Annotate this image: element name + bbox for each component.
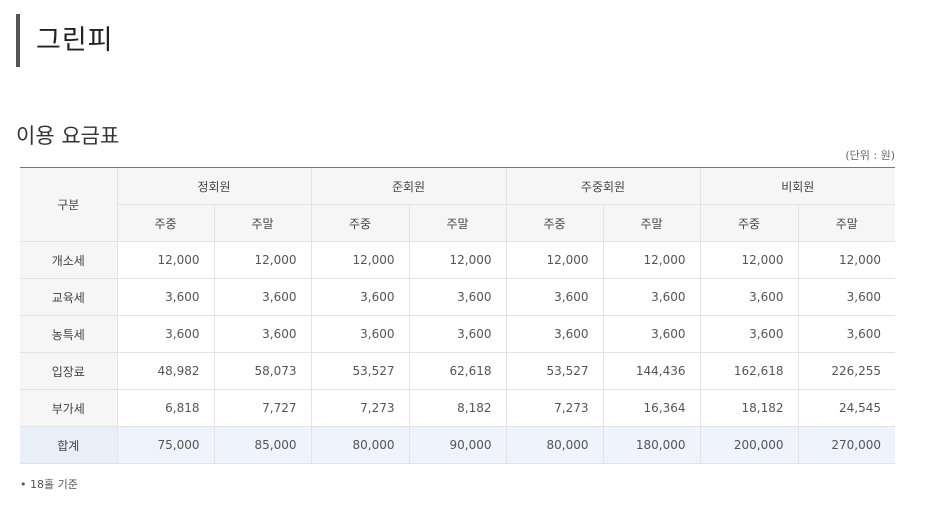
subheader-weekday: 주중 xyxy=(116,204,214,242)
table-cell: 3,600 xyxy=(213,315,311,353)
table-cell: 16,364 xyxy=(602,389,701,427)
table-cell: 7,273 xyxy=(310,389,409,427)
table-cell-total: 200,000 xyxy=(699,426,799,464)
corner-header: 구분 xyxy=(20,167,117,242)
table-cell: 12,000 xyxy=(310,241,409,279)
table-cell: 144,436 xyxy=(602,352,701,390)
table-header-row-groups: 구분 정회원 준회원 주중회원 비회원 xyxy=(20,167,896,242)
table-row: 부가세 6,818 7,727 7,273 8,182 7,273 16,364… xyxy=(20,389,896,427)
table-cell: 3,600 xyxy=(408,315,506,353)
table-cell: 3,600 xyxy=(505,315,603,353)
table-cell-total: 80,000 xyxy=(310,426,409,464)
table-cell: 3,600 xyxy=(310,315,409,353)
table-cell: 3,600 xyxy=(699,315,799,353)
table-cell: 7,727 xyxy=(213,389,311,427)
table-cell: 3,600 xyxy=(602,278,701,316)
group-header-regular-member: 정회원 xyxy=(116,167,311,205)
subheader-weekend: 주말 xyxy=(797,204,896,242)
row-label: 부가세 xyxy=(20,389,117,427)
subheader-weekend: 주말 xyxy=(408,204,506,242)
table-cell: 12,000 xyxy=(699,241,799,279)
table-row: 농특세 3,600 3,600 3,600 3,600 3,600 3,600 … xyxy=(20,315,896,353)
table-cell: 3,600 xyxy=(408,278,506,316)
table-cell: 12,000 xyxy=(797,241,896,279)
table-cell: 7,273 xyxy=(505,389,603,427)
group-header-associate-member: 준회원 xyxy=(310,167,506,205)
table-row: 개소세 12,000 12,000 12,000 12,000 12,000 1… xyxy=(20,241,896,279)
section-title: 이용 요금표 xyxy=(16,124,120,148)
table-cell: 3,600 xyxy=(797,315,896,353)
table-cell: 12,000 xyxy=(213,241,311,279)
table-cell: 48,982 xyxy=(116,352,214,390)
table-cell: 3,600 xyxy=(310,278,409,316)
table-row: 교육세 3,600 3,600 3,600 3,600 3,600 3,600 … xyxy=(20,278,896,316)
table-cell: 18,182 xyxy=(699,389,799,427)
unit-label: (단위 : 원) xyxy=(845,149,895,162)
table-cell: 8,182 xyxy=(408,389,506,427)
group-header-weekday-member: 주중회원 xyxy=(505,167,701,205)
table-cell: 3,600 xyxy=(213,278,311,316)
table-cell: 24,545 xyxy=(797,389,896,427)
table-cell-total: 180,000 xyxy=(602,426,701,464)
table-cell-total: 80,000 xyxy=(505,426,603,464)
table-cell: 3,600 xyxy=(797,278,896,316)
row-label-total: 합계 xyxy=(20,426,117,464)
row-label: 농특세 xyxy=(20,315,117,353)
row-label: 개소세 xyxy=(20,241,117,279)
page-title: 그린피 xyxy=(36,25,114,56)
table-cell: 3,600 xyxy=(116,278,214,316)
subheader-weekday: 주중 xyxy=(699,204,799,242)
table-cell-total: 75,000 xyxy=(116,426,214,464)
table-row-total: 합계 75,000 85,000 80,000 90,000 80,000 18… xyxy=(20,426,896,464)
subheader-weekday: 주중 xyxy=(505,204,603,242)
table-cell: 12,000 xyxy=(408,241,506,279)
subheader-weekend: 주말 xyxy=(602,204,701,242)
row-label: 교육세 xyxy=(20,278,117,316)
table-cell: 3,600 xyxy=(505,278,603,316)
table-cell: 12,000 xyxy=(505,241,603,279)
subheader-weekday: 주중 xyxy=(310,204,409,242)
table-cell-total: 270,000 xyxy=(797,426,896,464)
table-cell-total: 85,000 xyxy=(213,426,311,464)
subheader-weekend: 주말 xyxy=(213,204,311,242)
table-cell: 12,000 xyxy=(602,241,701,279)
table-cell: 3,600 xyxy=(116,315,214,353)
table-cell: 53,527 xyxy=(310,352,409,390)
group-header-non-member: 비회원 xyxy=(699,167,896,205)
table-cell: 6,818 xyxy=(116,389,214,427)
table-cell-total: 90,000 xyxy=(408,426,506,464)
table-cell: 53,527 xyxy=(505,352,603,390)
table-cell: 62,618 xyxy=(408,352,506,390)
table-body: 개소세 12,000 12,000 12,000 12,000 12,000 1… xyxy=(20,241,896,464)
table-cell: 58,073 xyxy=(213,352,311,390)
title-accent-bar xyxy=(16,14,20,67)
page-header: 그린피 xyxy=(16,14,114,67)
row-label: 입장료 xyxy=(20,352,117,390)
table-cell: 3,600 xyxy=(602,315,701,353)
table-row: 입장료 48,982 58,073 53,527 62,618 53,527 1… xyxy=(20,352,896,390)
table-cell: 162,618 xyxy=(699,352,799,390)
table-cell: 3,600 xyxy=(699,278,799,316)
table-header-row-days: 주중 주말 주중 주말 주중 주말 주중 주말 xyxy=(20,204,896,242)
table-cell: 226,255 xyxy=(797,352,896,390)
green-fee-table: 구분 정회원 준회원 주중회원 비회원 주중 주말 주중 주말 주중 주말 주중… xyxy=(20,167,896,464)
footnote: • 18홀 기준 xyxy=(20,478,78,491)
table-cell: 12,000 xyxy=(116,241,214,279)
